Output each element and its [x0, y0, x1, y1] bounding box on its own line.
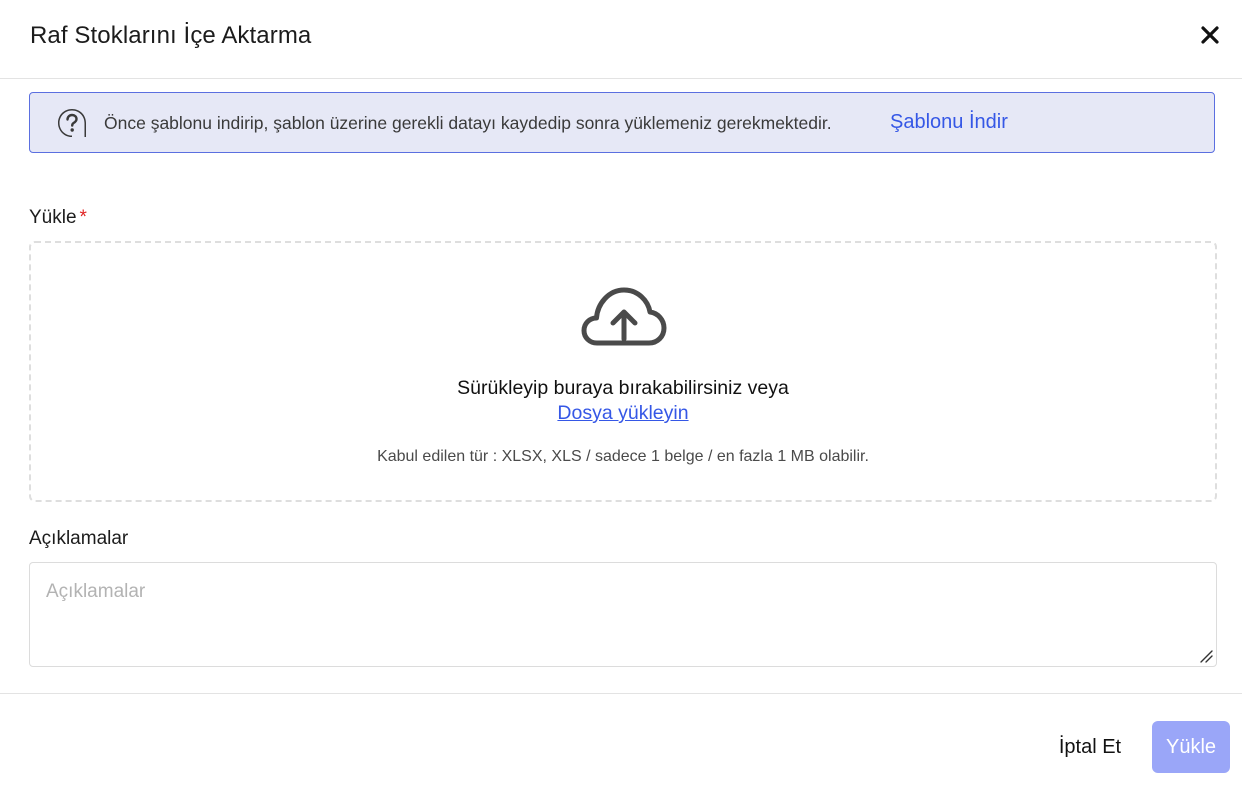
upload-label: Yükle * [29, 207, 87, 229]
required-mark: * [79, 207, 87, 228]
submit-upload-button[interactable]: Yükle [1152, 721, 1230, 773]
description-label: Açıklamalar [29, 528, 129, 549]
description-textarea[interactable] [29, 562, 1217, 667]
import-modal: Raf Stoklarını İçe Aktarma Önce şablonu … [0, 0, 1242, 790]
close-icon [1201, 26, 1219, 44]
modal-title: Raf Stoklarını İçe Aktarma [30, 22, 312, 49]
question-icon [58, 109, 86, 137]
close-button[interactable] [1195, 20, 1225, 50]
cancel-button[interactable]: İptal Et [1040, 721, 1140, 773]
cloud-upload-icon [581, 287, 667, 346]
download-template-link[interactable]: Şablonu İndir [890, 111, 1008, 134]
file-dropzone[interactable]: Sürükleyip buraya bırakabilirsiniz veya … [29, 241, 1217, 502]
modal-footer: İptal Et Yükle [0, 693, 1242, 791]
upload-file-link[interactable]: Dosya yükleyin [557, 402, 688, 424]
info-banner: Önce şablonu indirip, şablon üzerine ger… [29, 92, 1215, 153]
dropzone-link-wrapper: Dosya yükleyin [31, 402, 1215, 425]
dropzone-hint: Kabul edilen tür : XLSX, XLS / sadece 1 … [377, 448, 869, 465]
resize-handle-icon[interactable] [1199, 649, 1213, 663]
dropzone-text: Sürükleyip buraya bırakabilirsiniz veya [457, 377, 789, 399]
info-text: Önce şablonu indirip, şablon üzerine ger… [104, 113, 832, 133]
modal-header: Raf Stoklarını İçe Aktarma [0, 0, 1242, 79]
upload-label-text: Yükle [29, 207, 77, 228]
